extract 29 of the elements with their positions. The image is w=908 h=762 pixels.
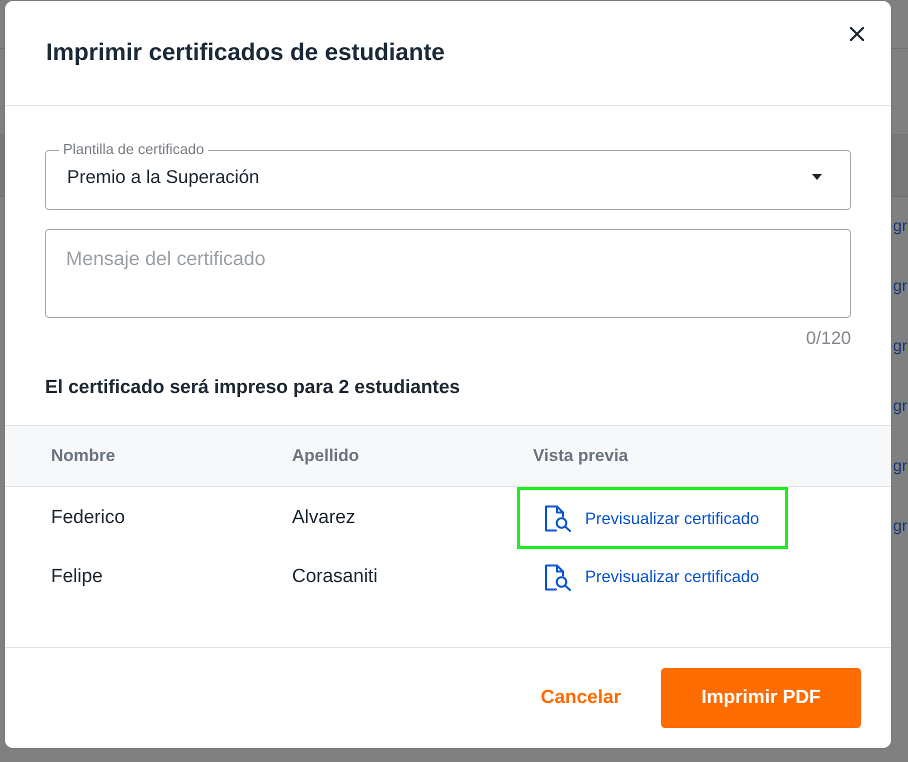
close-icon — [850, 27, 864, 41]
table-cell: Corasaniti — [292, 565, 378, 589]
preview-link[interactable]: Previsualizar certificado — [517, 487, 788, 549]
floating-label: Plantilla de certificado — [62, 143, 206, 157]
background-link[interactable]: gr — [893, 397, 908, 417]
column-header: Apellido — [292, 446, 360, 466]
dialog-title: Imprimir certificados de estudiante — [46, 38, 445, 68]
background-link[interactable]: gr — [893, 217, 908, 237]
background-link[interactable]: gr — [893, 517, 908, 537]
dropdown-caret-icon — [812, 174, 822, 180]
background-link[interactable]: gr — [893, 457, 908, 477]
character-counter: 0/120 — [806, 328, 851, 348]
table-cell: Alvarez — [292, 506, 356, 530]
column-header: Nombre — [51, 446, 116, 466]
table-cell: Federico — [51, 506, 125, 530]
column-header: Vista previa — [533, 446, 628, 466]
template-select[interactable]: Plantilla de certificado Premio a la Superación — [45, 143, 851, 210]
table-cell: Felipe — [51, 565, 103, 589]
document-search-icon — [544, 564, 572, 590]
print-pdf-button[interactable]: Imprimir PDF — [661, 668, 861, 728]
background-link[interactable]: gr — [893, 277, 908, 297]
selected-value: Premio a la Superación — [67, 165, 260, 189]
close-button[interactable] — [850, 27, 864, 41]
summary-text: El certificado será impreso para 2 estudiantes — [45, 376, 462, 400]
preview-link[interactable]: Previsualizar certificado — [544, 564, 760, 590]
document-search-icon — [544, 505, 572, 532]
cancel-button[interactable]: Cancelar — [540, 686, 621, 710]
message-field[interactable]: Mensaje del certificado — [45, 229, 851, 318]
background-link[interactable]: gr — [893, 337, 908, 357]
